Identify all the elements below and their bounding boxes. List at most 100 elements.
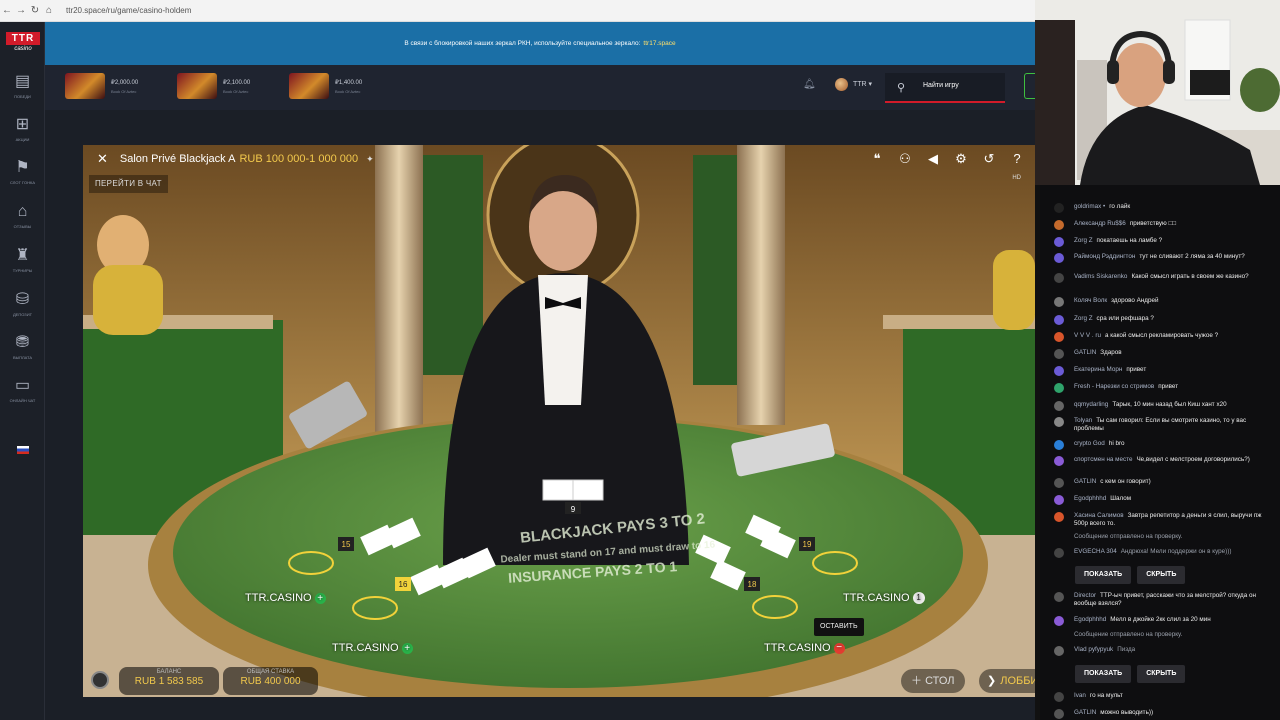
chat-icon: ▭ [14,377,31,394]
user-avatar-icon [1054,220,1064,230]
chat-username[interactable]: GATLIN [1074,478,1096,485]
hide-message-button[interactable]: СКРЫТЬ [1137,665,1186,683]
game-bottom-bar: БАЛАНС RUB 1 583 585 ОБЩАЯ СТАВКА RUB 40… [83,665,1035,697]
chat-username[interactable]: Vlad pyfypyuk [1074,646,1113,653]
players-icon[interactable]: ⚇ [891,151,919,167]
balance-display: БАЛАНС RUB 1 583 585 [119,667,219,695]
home-icon[interactable]: ⌂ [42,5,56,16]
seat-label[interactable]: TTR.CASINO − [764,642,845,654]
sidebar-item-win[interactable]: ▤ ПОБЕДИ [0,72,45,100]
recent-win-tile[interactable]: ₽1,400.00 Book Of Aztec [289,73,362,99]
chat-username[interactable]: Zorg Z [1074,315,1093,322]
back-arrow-icon[interactable]: ← [0,5,14,16]
quality-indicator[interactable]: HD [1012,175,1021,181]
withdraw-icon: ⛃ [15,334,30,351]
chat-username[interactable]: qqmydarling [1074,401,1108,408]
user-menu[interactable]: TTR ▾ [853,80,872,88]
sidebar-item-slot-race[interactable]: ⚑ СЛОТ ГОНКА [0,158,45,186]
sound-icon[interactable]: ◀ [919,151,947,167]
pin-icon[interactable]: ✦ [366,154,374,165]
table-limits: RUB 100 000-1 000 000 [239,153,359,165]
chat-username[interactable]: GATLIN [1074,349,1096,356]
show-message-button[interactable]: ПОКАЗАТЬ [1075,566,1132,584]
show-message-button[interactable]: ПОКАЗАТЬ [1075,665,1132,683]
chat-username[interactable]: Vadims Siskarenko [1074,273,1127,280]
ttr-casino-logo[interactable]: TTR casino [6,32,40,54]
sidebar-item-online-chat[interactable]: ▭ ОНЛАЙН ЧАТ [0,376,45,404]
chat-username[interactable]: Egodphhhd [1074,495,1106,502]
chat-username[interactable]: спортсмен на месте [1074,456,1132,463]
seat-count-badge: 1 [912,592,925,605]
chat-username[interactable]: Коляч Волк [1074,297,1107,304]
address-bar[interactable]: ttr20.space/ru/game/casino-holdem [66,6,191,15]
chat-username[interactable]: Хасина Салимов [1074,512,1124,519]
notification-bell-icon[interactable]: 🔔︎ [803,79,816,90]
game-controls: ❝ ⚇ ◀ ⚙ ↺ ? [863,151,1031,167]
chat-text: привет [1158,383,1179,390]
chat-username[interactable]: Tolyan [1074,417,1092,424]
user-avatar-icon [1054,548,1064,558]
sidebar-item-tournaments[interactable]: ♜ ТУРНИРЫ [0,246,45,274]
help-icon[interactable]: ? [1003,151,1031,167]
sidebar-item-withdraw[interactable]: ⛃ ВЫПЛАТА [0,333,45,361]
chat-username[interactable]: Раймонд Рэддингтон [1074,253,1135,260]
sidebar-item-reviews[interactable]: ⌂ ОТЗЫВЫ [0,202,45,230]
sidebar-item-promotions[interactable]: ⊞ АКЦИИ [0,115,45,143]
hide-message-button[interactable]: СКРЫТЬ [1137,566,1186,584]
chat-bubbles-icon[interactable]: ❝ [863,151,891,167]
stream-chat: goldrimax • го лайк Александр Ru$$6 приветс… [1040,185,1280,720]
search-input[interactable]: Найти игру [923,82,959,89]
lobby-button[interactable]: ❯ ЛОББИ [979,669,1035,693]
chat-username[interactable]: V V V . ru [1074,332,1101,339]
forward-arrow-icon[interactable]: → [14,5,28,16]
chat-username[interactable]: Александр Ru$$6 [1074,220,1126,227]
history-icon[interactable]: ↺ [975,151,1003,167]
game-thumbnail [177,73,217,99]
chat-message: GATLIN с кем он говорит) [1046,478,1276,488]
menu-circle-icon[interactable] [91,671,109,689]
chat-username[interactable]: goldrimax • [1074,203,1105,210]
held-message-actions: ПОКАЗАТЬ СКРЫТЬ [1075,665,1191,683]
sidebar-item-deposit[interactable]: ⛁ ДЕПОЗИТ [0,290,45,318]
chat-username[interactable]: Fresh - Нарезки со стримов [1074,383,1154,390]
table-button[interactable]: ＋ СТОЛ [901,669,965,693]
chat-username[interactable]: Zorg Z [1074,237,1093,244]
seat-label[interactable]: TTR.CASINO + [332,642,413,654]
chat-username[interactable]: Director [1074,592,1096,599]
chat-username[interactable]: EVGECHA 304 [1074,548,1117,555]
reload-icon[interactable]: ↻ [28,5,42,16]
close-icon[interactable]: ✕ [97,151,108,167]
language-flag-icon[interactable] [17,446,29,454]
chat-text: с кем он говорит) [1100,478,1151,485]
hand-total: 15 [342,540,351,549]
chat-username[interactable]: Екатерина Морн [1074,366,1122,373]
plant [1240,68,1280,112]
chat-text: Мелл в джойке 2кк слил за 20 мин [1110,616,1211,623]
chat-username[interactable]: Egodphhhd [1074,616,1106,623]
user-avatar-icon [1054,366,1064,376]
search-box[interactable]: ⚲ Найти игру [885,73,1005,103]
mirror-link[interactable]: ttr17.space [643,40,675,47]
chat-message: GATLIN Здаров [1046,349,1276,359]
recent-win-tile[interactable]: ₽2,000.00 Book Of Aztec [65,73,138,99]
add-bet-icon[interactable]: + [314,592,326,604]
add-bet-icon[interactable]: + [401,642,413,654]
chat-username[interactable]: crypto God [1074,440,1105,447]
chat-username[interactable]: Ivan [1074,692,1086,699]
present-icon: ⊞ [15,116,30,133]
user-avatar-icon [1054,646,1064,656]
recent-win-tile[interactable]: ₽2,100.00 Book Of Aztec [177,73,250,99]
gift-box-icon: ▤ [14,73,31,90]
chat-username[interactable]: GATLIN [1074,709,1096,716]
go-to-chat-button[interactable]: ПЕРЕЙТИ В ЧАТ [89,175,168,193]
table-name: Salon Privé Blackjack A [119,153,236,165]
user-avatar-icon [1054,616,1064,626]
user-avatar[interactable] [835,78,848,91]
settings-gear-icon[interactable]: ⚙ [947,151,975,167]
user-avatar-icon [1054,297,1064,307]
seat-label[interactable]: TTR.CASINO 1 [843,592,925,605]
webcam-video [1035,0,1280,185]
leave-seat-icon[interactable]: − [833,642,845,654]
seat-label[interactable]: TTR.CASINO + [245,592,326,604]
card [572,479,604,501]
